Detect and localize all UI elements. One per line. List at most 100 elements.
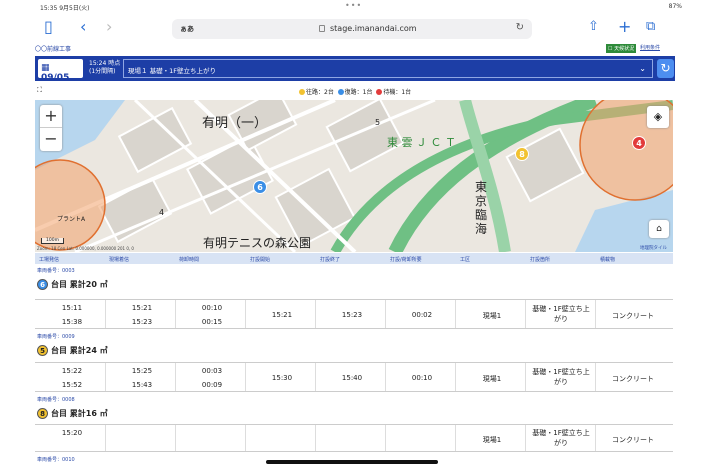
project-title: 〇〇前線工事 [35,46,72,53]
home-icon[interactable]: ⌂ [649,220,669,238]
column-divider [175,425,176,451]
vehicle-number[interactable]: 車両番号：0008 [37,396,75,403]
multitask-dots[interactable]: ••• [345,1,362,10]
col-place: 打設箇所 [530,257,551,263]
map-label-ariake: 有明（一） [202,116,268,131]
date-picker-button[interactable]: ▦ 09/05 [38,59,83,83]
map-label-plant: プラントA [57,216,86,223]
site-header: 〇〇前線工事 ☐ 天候状況 利用条件 [0,42,704,56]
new-tab-icon[interactable]: + [618,19,631,35]
column-divider [315,363,316,391]
back-icon[interactable]: ‹ [80,19,86,35]
update-time: 15:24 時点 (1分間隔) [89,60,120,76]
map-label-jct: 東 雲 Ｊ Ｃ Ｔ [387,136,456,149]
column-divider [105,363,106,391]
map-tiles [35,100,673,252]
calendar-icon: ▦ [41,63,50,73]
col-pour-start: 打設開始 [250,257,271,263]
delivery-title: 5 台目 累計24 ㎥ [37,345,108,356]
zoom-out-button[interactable]: − [40,128,62,151]
column-divider [315,425,316,451]
column-divider [385,425,386,451]
material: コンクリート [612,375,654,383]
column-divider [595,425,596,451]
url-text[interactable]: stage.imanandai.com [330,24,417,33]
factory-out-2: 15:38 [61,318,83,326]
unload-1: 00:10 [201,304,223,312]
blue-dot-icon [337,89,344,95]
column-divider [245,425,246,451]
vehicle-number[interactable]: 車両番号：0009 [37,333,75,340]
update-time-value: 15:24 時点 [89,60,121,67]
truck-marker-waiting[interactable]: 4 [632,136,646,150]
site-in-2: 15:43 [131,381,153,389]
ios-status-bar: 15:35 9月5日(火) ••• 87% [0,0,704,14]
site-in-2: 15:23 [131,318,153,326]
home-indicator[interactable] [266,460,438,464]
pour-place: 基礎・1F壁立ち上がり [532,429,590,447]
material: コンクリート [612,312,654,320]
zoom-control: + − [40,105,62,151]
map-label-park: 有明テニスの森公園 [203,236,312,250]
address-bar[interactable]: ぁあ stage.imanandai.com ↻ [172,19,532,39]
map-view[interactable]: 有明（一） 東 雲 Ｊ Ｃ Ｔ 東京臨海 有明テニスの森公園 プラントA 5 4… [35,100,673,252]
status-time-date: 15:35 9月5日(火) [40,5,90,12]
map-label-4: 4 [159,208,165,217]
tabs-icon[interactable]: ⧉ [646,19,655,35]
layers-icon[interactable]: ◈ [647,106,669,128]
red-dot-icon [376,89,383,95]
area: 現場1 [482,375,502,383]
column-divider [175,363,176,391]
pour-start: 15:21 [271,311,293,319]
col-duration: 打設/荷卸所要 [390,257,422,263]
fullscreen-icon[interactable]: ⛶ [37,86,42,95]
sidebar-icon[interactable]: ▯ [44,19,53,35]
col-material: 積載物 [600,257,616,263]
column-divider [455,363,456,391]
vehicle-number[interactable]: 車両番号：0010 [37,456,75,463]
pour-duration: 00:10 [411,374,433,382]
column-divider [455,300,456,328]
lock-icon [319,25,325,32]
pour-place: 基礎・1F壁立ち上がり [532,368,590,386]
factory-out-2: 15:52 [61,381,83,389]
delivery-rows: 15:22 15:25 00:03 15:52 15:43 00:09 15:3… [35,362,673,392]
map-attribution[interactable]: 地理院タイル [640,245,667,251]
column-divider [595,300,596,328]
share-icon[interactable]: ⇧ [588,19,599,35]
delivery-rows: 15:20 現場1 基礎・1F壁立ち上がり コンクリート [35,424,673,452]
forward-icon[interactable]: › [106,19,112,35]
update-interval: (1分間隔) [89,68,116,75]
site-select[interactable]: 現場１ 基礎・1F壁立ち上がり ⌄ [123,59,653,78]
zoom-in-button[interactable]: + [40,105,62,128]
weather-badge[interactable]: ☐ 天候状況 [606,44,637,53]
battery-level: 87% [668,3,682,10]
date-label: 09/05 [41,73,70,83]
column-divider [105,425,106,451]
area: 現場1 [482,312,502,320]
pour-place: 基礎・1F壁立ち上がり [532,305,590,323]
column-divider [315,300,316,328]
site-select-value: 現場１ 基礎・1F壁立ち上がり [128,67,216,75]
terms-link[interactable]: 利用条件 [640,44,660,51]
truck-marker-6[interactable]: 6 [253,180,267,194]
delivery-title: 6 台目 累計20 ㎥ [37,279,108,290]
truck-marker-8[interactable]: 8 [515,147,529,161]
refresh-button[interactable]: ↻ [657,59,674,78]
column-divider [525,363,526,391]
factory-out-1: 15:11 [61,304,83,312]
column-divider [385,300,386,328]
reload-icon[interactable]: ↻ [516,22,524,33]
column-divider [245,300,246,328]
pour-end: 15:23 [341,311,363,319]
reader-settings-button[interactable]: ぁあ [180,24,194,34]
column-divider [105,300,106,328]
table-header: 工場発信 現場着信 荷卸時間 打設開始 打設終了 打設/荷卸所要 工区 打設箇所… [35,253,673,264]
legend-return: 復路：1台 [337,89,372,96]
factory-out-1: 15:22 [61,367,83,375]
vehicle-number[interactable]: 車両番号：0003 [37,267,75,274]
site-in-1: 15:21 [131,304,153,312]
delivery-title: 8 台目 累計16 ㎥ [37,408,108,419]
material: コンクリート [612,436,654,444]
pour-start: 15:30 [271,374,293,382]
